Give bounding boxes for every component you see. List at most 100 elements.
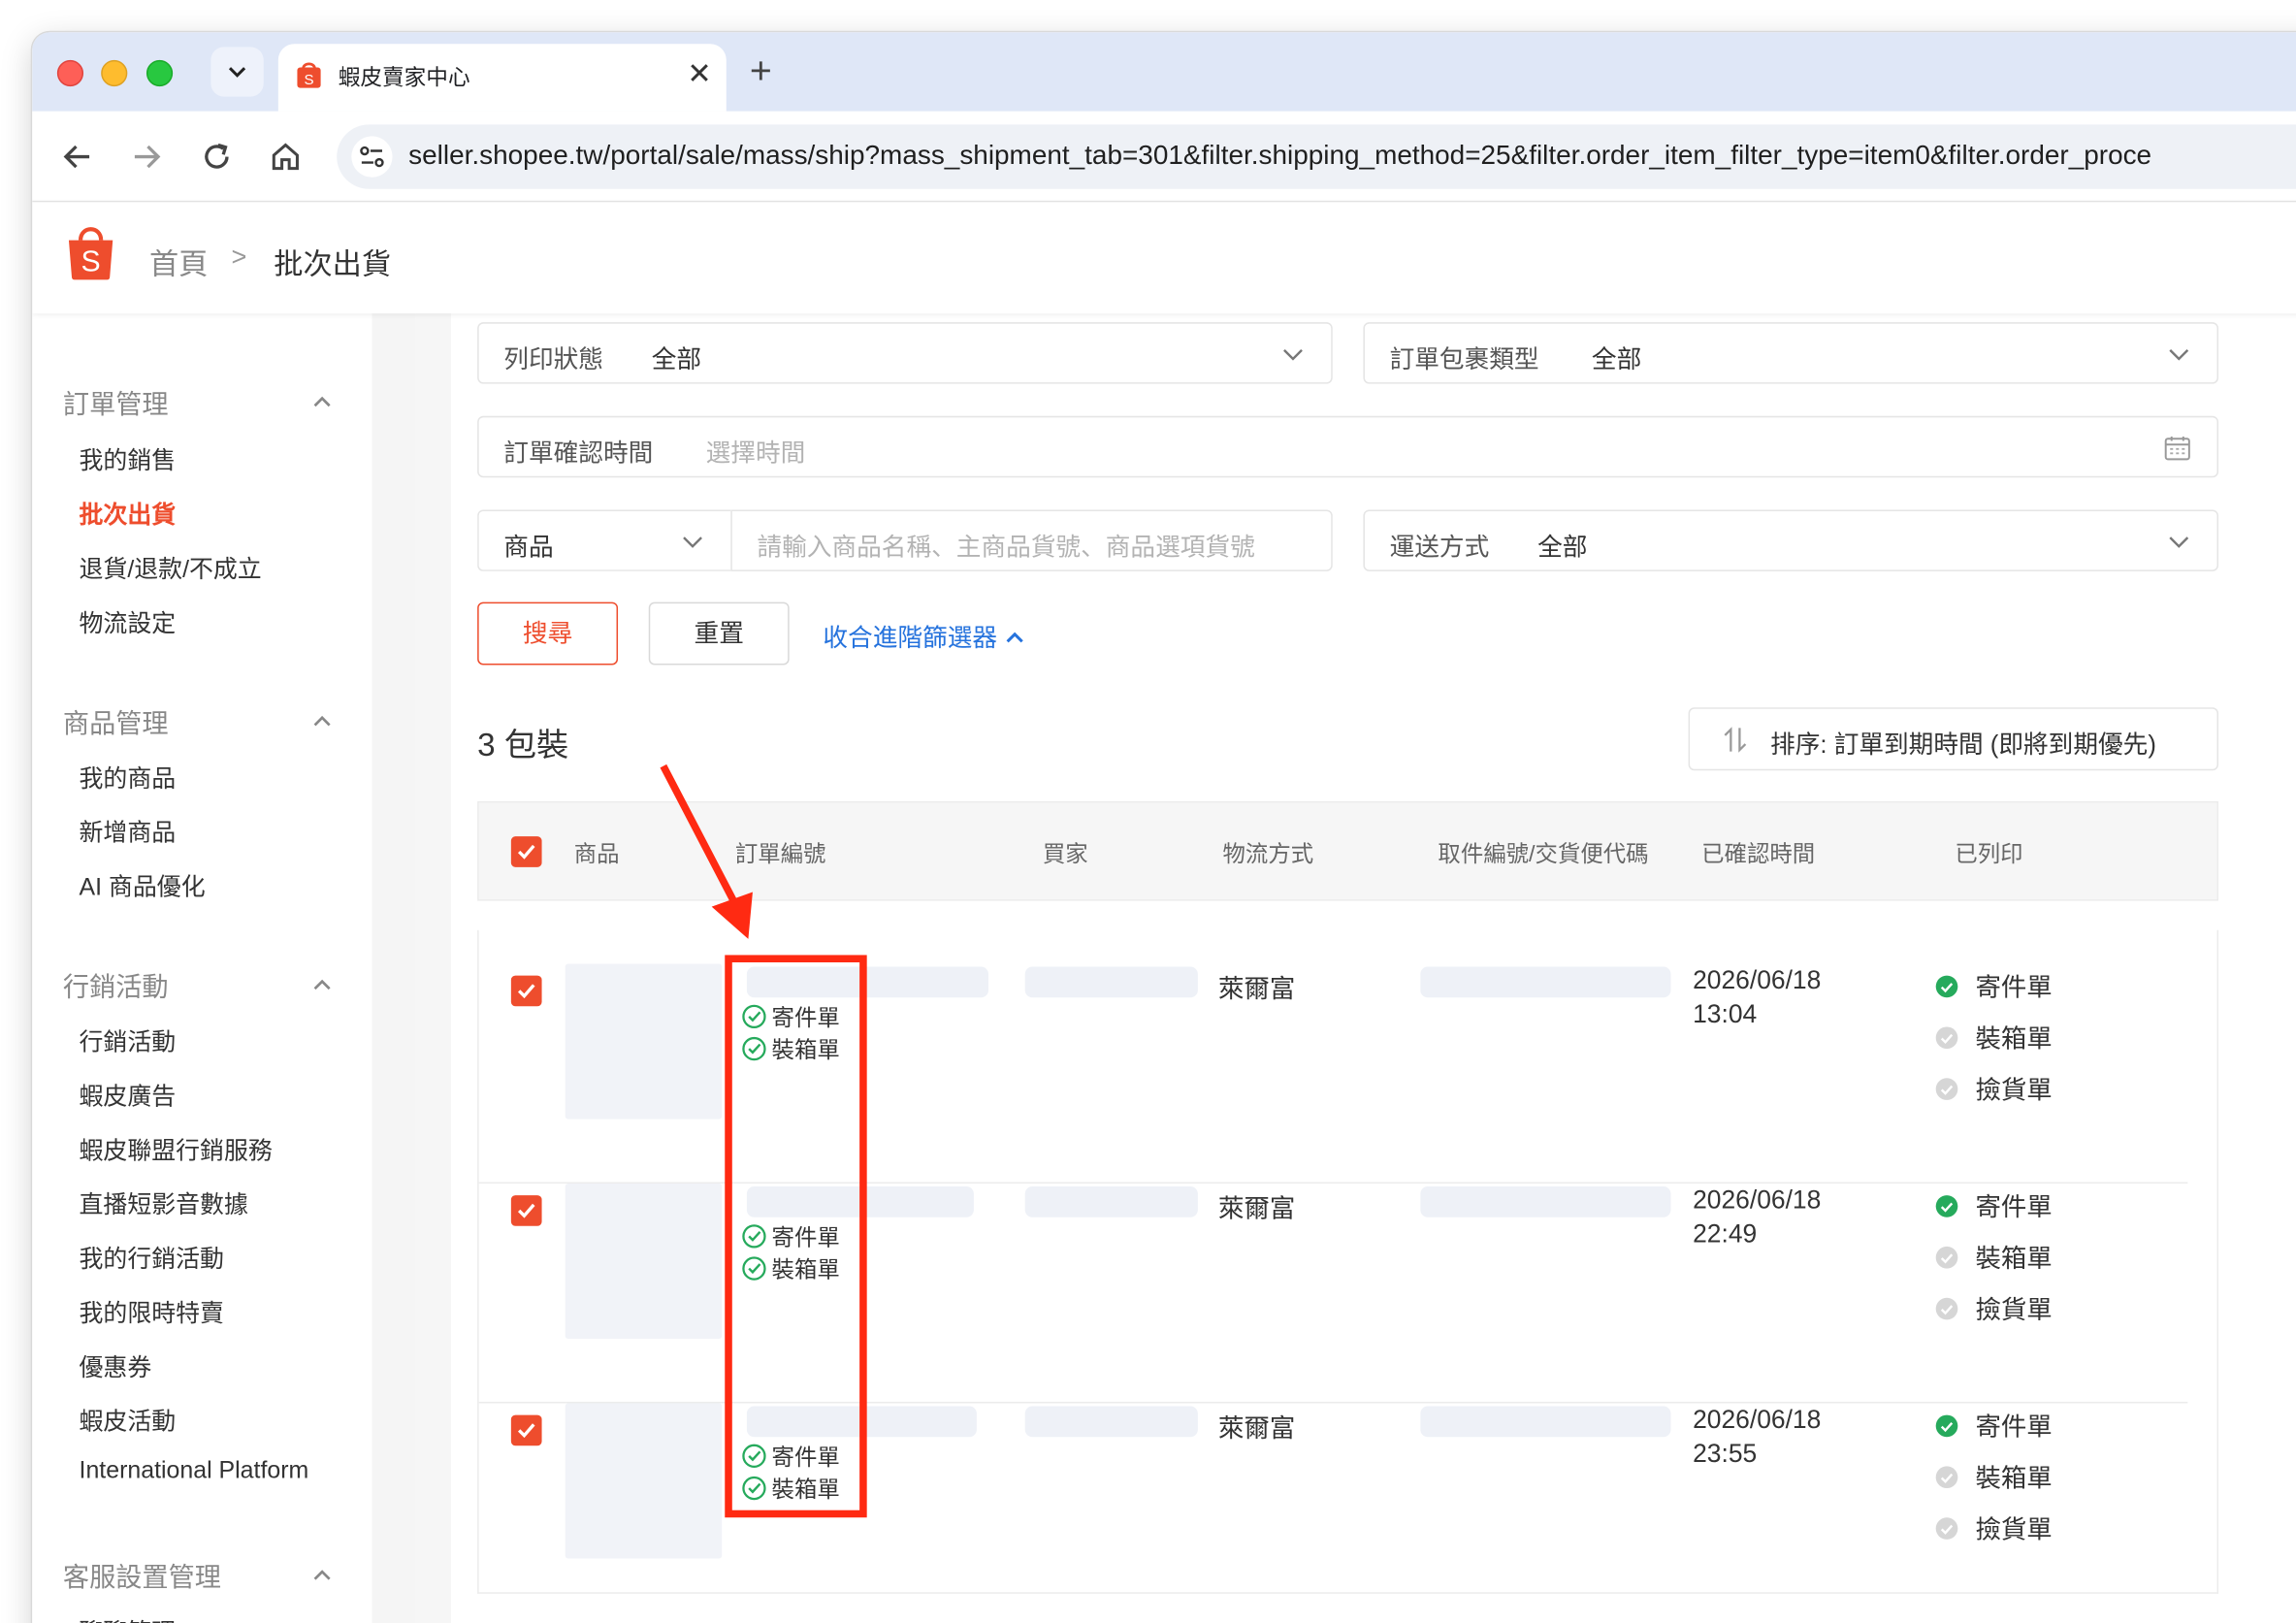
sidebar-item-my-campaigns[interactable]: 我的行銷活動	[80, 1239, 224, 1274]
confirm-time-placeholder: 選擇時間	[705, 438, 806, 468]
pickup-code-redacted	[1420, 966, 1671, 998]
svg-text:S: S	[304, 72, 313, 88]
shopee-logo-icon[interactable]: S	[64, 223, 116, 281]
chevron-down-icon	[228, 67, 246, 78]
product-thumbnail[interactable]	[565, 1403, 723, 1559]
breadcrumb-home[interactable]: 首頁	[149, 241, 208, 283]
confirmed-time: 22:49	[1693, 1218, 1758, 1249]
sidebar-item-marketing[interactable]: 行銷活動	[80, 1022, 177, 1057]
confirmed-time: 13:04	[1693, 998, 1758, 1028]
product-filter-type-select[interactable]: 商品	[477, 509, 731, 571]
home-icon[interactable]	[268, 139, 303, 174]
forward-arrow-icon[interactable]	[129, 139, 164, 174]
row-checkbox[interactable]	[510, 1195, 542, 1226]
sidebar-section-orders[interactable]: 訂單管理	[63, 384, 169, 422]
sidebar-item-live-data[interactable]: 直播短影音數據	[80, 1185, 248, 1220]
reload-icon[interactable]	[199, 139, 234, 174]
sidebar-item-ai-optimize[interactable]: AI 商品優化	[80, 867, 206, 902]
sidebar-item-my-sales[interactable]: 我的銷售	[80, 440, 177, 475]
logistics-value: 萊爾富	[1217, 974, 1296, 1004]
browser-tab[interactable]: S 蝦皮賣家中心 ✕	[277, 44, 727, 112]
chevron-up-icon[interactable]	[310, 1563, 334, 1586]
print-status-select[interactable]: 列印狀態 全部	[477, 322, 1333, 384]
new-tab-button[interactable]: +	[750, 49, 772, 92]
sidebar-item-logistics[interactable]: 物流設定	[80, 603, 177, 638]
print-status-label: 列印狀態	[503, 345, 603, 374]
printed-status-label: 寄件單	[1975, 972, 2053, 1002]
printed-status: 裝箱單	[1935, 1020, 2053, 1056]
printed-status: 裝箱單	[1935, 1459, 2053, 1496]
browser-window: S 蝦皮賣家中心 ✕ + seller.shopee.tw/portal/sal…	[32, 32, 2296, 1623]
select-all-checkbox[interactable]	[510, 836, 542, 867]
column-header-printed: 已列印	[1955, 842, 2023, 867]
package-count: 3 包裝	[477, 726, 569, 763]
product-thumbnail[interactable]	[565, 963, 723, 1120]
shopee-favicon-icon: S	[297, 62, 321, 88]
checkbox-checked-icon	[517, 984, 535, 999]
collapse-filters-link[interactable]: 收合進階篩選器	[823, 617, 1024, 654]
close-tab-icon[interactable]: ✕	[687, 55, 711, 93]
printed-status: 寄件單	[1935, 968, 2053, 1005]
buyer-redacted	[1024, 966, 1198, 998]
annotation-arrow-icon	[660, 763, 753, 939]
tab-search-button[interactable]	[210, 47, 264, 97]
printed-status-label: 裝箱單	[1975, 1243, 2053, 1274]
sidebar-item-international[interactable]: International Platform	[80, 1457, 309, 1485]
chevron-up-icon[interactable]	[310, 709, 334, 732]
browser-toolbar: seller.shopee.tw/portal/sale/mass/ship?m…	[32, 111, 2296, 203]
search-button[interactable]: 搜尋	[477, 601, 619, 665]
check-circle-icon	[1935, 1297, 1958, 1320]
sidebar-section-marketing[interactable]: 行銷活動	[63, 967, 169, 1005]
sidebar-item-returns[interactable]: 退貨/退款/不成立	[80, 549, 262, 584]
tab-title: 蝦皮賣家中心	[338, 65, 470, 91]
sidebar-item-vouchers[interactable]: 優惠券	[80, 1347, 152, 1382]
address-bar[interactable]: seller.shopee.tw/portal/sale/mass/ship?m…	[337, 124, 2296, 189]
chevron-up-icon[interactable]	[310, 973, 334, 996]
annotation-highlight-box	[725, 955, 867, 1518]
chevron-down-icon	[2169, 536, 2189, 548]
sidebar-item-shopee-events[interactable]: 蝦皮活動	[80, 1402, 177, 1437]
sidebar-item-ads[interactable]: 蝦皮廣告	[80, 1077, 177, 1112]
shipping-method-value: 全部	[1537, 533, 1588, 562]
column-header-buyer: 買家	[1042, 842, 1088, 867]
row-checkbox[interactable]	[510, 975, 542, 1007]
collapse-filters-label: 收合進階篩選器	[823, 624, 998, 652]
chevron-up-icon[interactable]	[310, 390, 334, 413]
print-status-value: 全部	[651, 345, 702, 374]
column-header-logistics: 物流方式	[1222, 842, 1314, 867]
sidebar-item-mass-ship[interactable]: 批次出貨	[80, 495, 177, 530]
sidebar-item-add-product[interactable]: 新增商品	[80, 813, 177, 848]
printed-status-label: 撿貨單	[1975, 1075, 2053, 1105]
sidebar-item-my-products[interactable]: 我的商品	[80, 759, 177, 794]
confirmed-date: 2026/06/18	[1693, 1404, 1822, 1435]
sidebar-item-chat[interactable]: 聊聊管理	[80, 1612, 177, 1623]
printed-status-label: 撿貨單	[1975, 1294, 2053, 1324]
reset-button[interactable]: 重置	[648, 601, 790, 665]
buyer-redacted	[1024, 1406, 1198, 1438]
site-settings-icon[interactable]	[351, 136, 393, 178]
minimize-window-button[interactable]	[101, 59, 128, 87]
check-circle-icon	[1935, 1246, 1958, 1269]
printed-status-label: 裝箱單	[1975, 1023, 2053, 1054]
back-arrow-icon[interactable]	[60, 139, 95, 174]
logistics-value: 萊爾富	[1217, 1193, 1296, 1223]
sidebar-section-customer-service[interactable]: 客服設置管理	[63, 1557, 221, 1595]
product-search-input[interactable]: 請輸入商品名稱、主商品貨號、商品選項貨號	[730, 509, 1333, 571]
sidebar-section-products[interactable]: 商品管理	[63, 703, 169, 741]
row-checkbox[interactable]	[510, 1414, 542, 1446]
shipping-method-select[interactable]: 運送方式 全部	[1363, 509, 2219, 571]
checkbox-checked-icon	[517, 1203, 535, 1218]
sort-button[interactable]: 排序: 訂單到期時間 (即將到期優先)	[1688, 707, 2219, 771]
printed-status: 寄件單	[1935, 1188, 2053, 1225]
maximize-window-button[interactable]	[146, 59, 174, 87]
chevron-up-icon	[1006, 632, 1023, 643]
confirm-time-picker[interactable]: 訂單確認時間 選擇時間	[477, 415, 2219, 478]
package-type-select[interactable]: 訂單包裹類型 全部	[1363, 322, 2219, 384]
sidebar-item-flash-sale[interactable]: 我的限時特賣	[80, 1293, 224, 1328]
close-window-button[interactable]	[56, 59, 84, 87]
pickup-code-redacted	[1420, 1406, 1671, 1438]
sidebar-item-affiliate[interactable]: 蝦皮聯盟行銷服務	[80, 1131, 273, 1166]
check-circle-icon	[1935, 1026, 1958, 1050]
product-thumbnail[interactable]	[565, 1183, 723, 1340]
product-search-placeholder: 請輸入商品名稱、主商品貨號、商品選項貨號	[757, 533, 1255, 562]
